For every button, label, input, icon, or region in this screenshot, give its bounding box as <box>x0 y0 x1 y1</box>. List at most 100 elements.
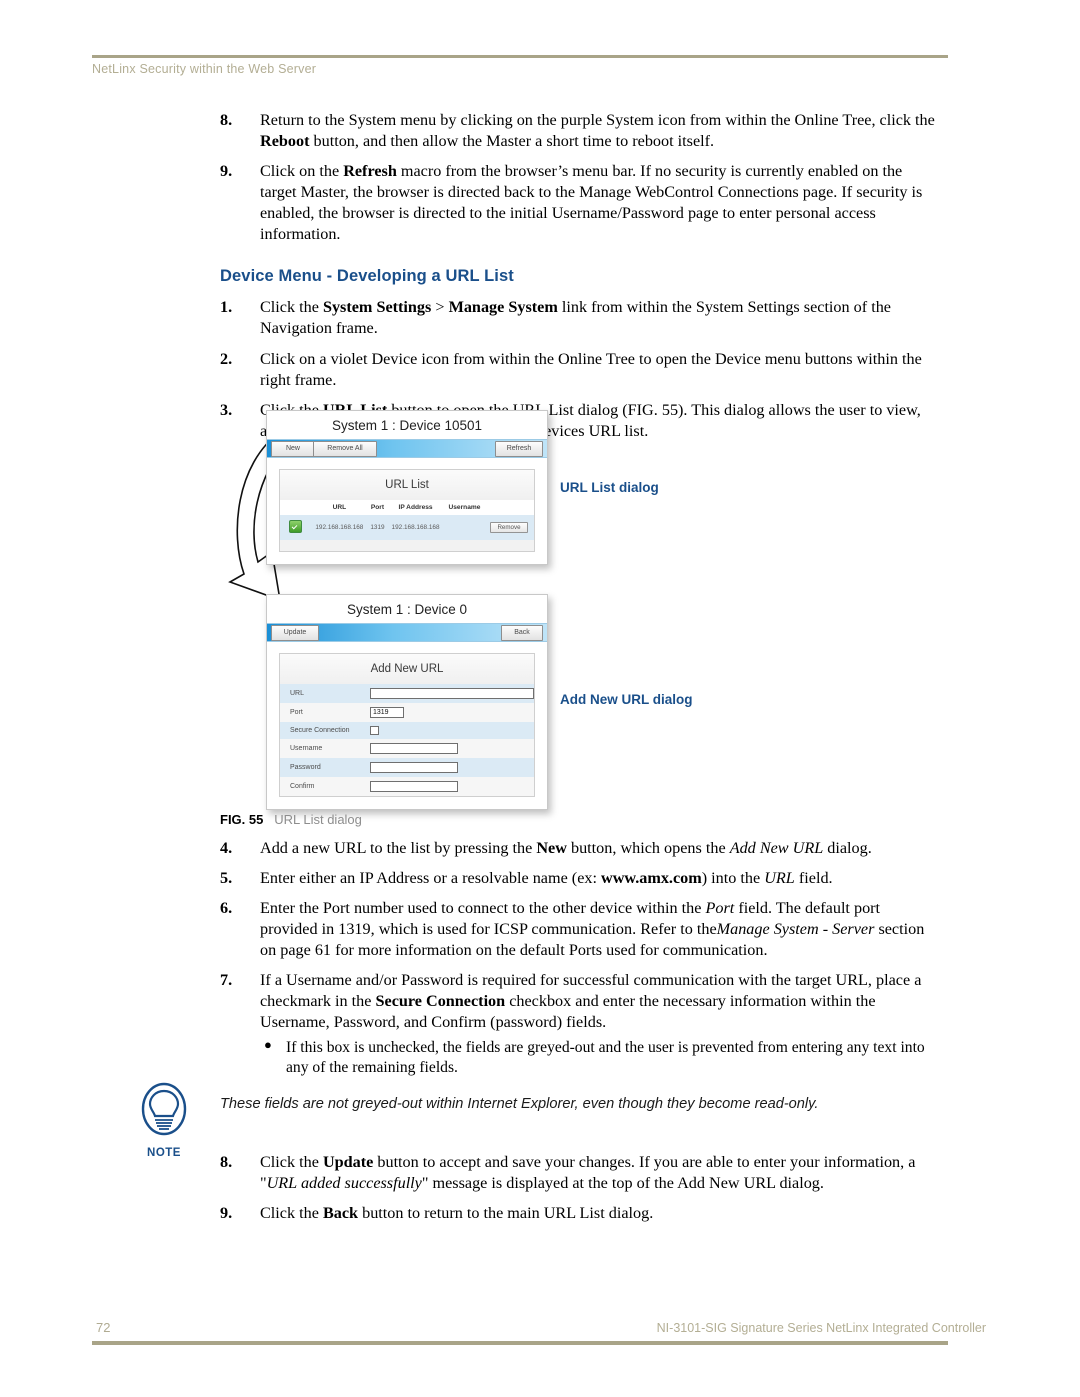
update-button[interactable]: Update <box>271 625 319 641</box>
step-text: Click the Back button to return to the m… <box>260 1204 654 1223</box>
url-list-table: URL Port IP Address Username 192.168.168… <box>280 500 534 551</box>
step-number: 9. <box>220 162 233 181</box>
header-rule <box>92 55 948 58</box>
step-subitem: ● If this box is unchecked, the fields ar… <box>260 1037 935 1079</box>
page-number: 72 <box>96 1320 111 1335</box>
label-url: URL <box>280 684 360 703</box>
col-username: Username <box>444 500 484 515</box>
step-number: 7. <box>220 971 233 990</box>
step-number: 5. <box>220 869 233 888</box>
col-url: URL <box>310 500 369 515</box>
url-list-dialog-title: System 1 : Device 10501 <box>331 418 483 433</box>
field-row-password: Password <box>280 758 534 777</box>
col-port: Port <box>368 500 387 515</box>
step-item: 4. Add a new URL to the list by pressing … <box>220 838 935 859</box>
url-list-panel-heading: URL List <box>280 470 534 500</box>
document-page: NetLinx Security within the Web Server 8… <box>0 0 1080 1397</box>
url-input[interactable] <box>370 688 534 699</box>
label-confirm: Confirm <box>280 777 360 796</box>
step-item: 7. If a Username and/or Password is requi… <box>220 970 935 1078</box>
steps-list-after: 4. Add a new URL to the list by pressing … <box>220 838 935 1078</box>
url-list-toolbar: New Remove All Refresh <box>267 439 547 458</box>
step-text: Enter either an IP Address or a resolvab… <box>260 869 833 888</box>
field-row-username: Username <box>280 739 534 758</box>
footer-rule <box>92 1341 948 1345</box>
table-header-row: URL Port IP Address Username <box>280 500 534 515</box>
step-text: If a Username and/or Password is require… <box>260 971 922 1032</box>
step-item: 1. Click the System Settings > Manage Sys… <box>220 297 935 339</box>
step-item: 8. Return to the System menu by clicking … <box>220 110 935 152</box>
label-password: Password <box>280 758 360 777</box>
step-item: 9. Click on the Refresh macro from the br… <box>220 161 935 245</box>
username-input[interactable] <box>370 743 458 754</box>
step-text: Return to the System menu by clicking on… <box>260 111 935 151</box>
step-text: Click on a violet Device icon from withi… <box>260 349 922 389</box>
figure-caption-label: FIG. 55 <box>220 812 264 827</box>
step-number: 8. <box>220 1153 233 1171</box>
step-item: 6. Enter the Port number used to connect … <box>220 898 935 961</box>
port-input[interactable]: 1319 <box>370 707 404 718</box>
refresh-button[interactable]: Refresh <box>495 441 543 457</box>
field-row-port: Port 1319 <box>280 703 534 722</box>
step-number: 4. <box>220 839 233 857</box>
note-text: These fields are not greyed-out within I… <box>220 1096 819 1112</box>
step-number: 9. <box>220 1204 233 1223</box>
add-new-url-dialog-title: System 1 : Device 0 <box>346 602 468 617</box>
cell-username <box>444 515 484 540</box>
note-icon-wrap: NOTE <box>136 1082 192 1159</box>
remove-button[interactable]: Remove <box>490 522 528 533</box>
step-item: 5. Enter either an IP Address or a resolv… <box>220 868 935 889</box>
steps-list-before: 8. Return to the System menu by clicking … <box>220 110 935 245</box>
row-enabled-checkbox[interactable] <box>288 520 302 533</box>
secure-connection-checkbox[interactable] <box>370 726 379 735</box>
step-text: Add a new URL to the list by pressing th… <box>260 839 872 857</box>
step-item: 8. Click the Update button to accept and … <box>220 1152 935 1194</box>
steps-after-figure-block: 4. Add a new URL to the list by pressing … <box>220 838 935 1087</box>
url-list-dialog: System 1 : Device 10501 New Remove All R… <box>266 410 548 565</box>
step-number: 8. <box>220 111 233 129</box>
table-spacer-row <box>280 540 534 551</box>
steps-tail-block: 8. Click the Update button to accept and … <box>220 1152 935 1233</box>
figure-caption: FIG. 55 URL List dialog <box>220 812 362 827</box>
step-text: Enter the Port number used to connect to… <box>260 899 925 960</box>
add-new-url-form: URL Port 1319 Secure Connection Username <box>280 684 534 796</box>
figure-55: System 1 : Device 10501 New Remove All R… <box>228 404 928 834</box>
lightbulb-icon <box>141 1082 187 1136</box>
cell-port: 1319 <box>368 515 387 540</box>
label-port: Port <box>280 703 360 722</box>
add-new-url-panel-heading: Add New URL <box>280 654 534 684</box>
table-row: 192.168.168.168 1319 192.168.168.168 Rem… <box>280 515 534 540</box>
running-head: NetLinx Security within the Web Server <box>92 62 317 76</box>
col-ip-address: IP Address <box>386 500 445 515</box>
step-item: 2. Click on a violet Device icon from wit… <box>220 349 935 391</box>
password-input[interactable] <box>370 762 458 773</box>
new-button[interactable]: New <box>271 441 315 457</box>
remove-all-button[interactable]: Remove All <box>313 441 377 457</box>
add-new-url-toolbar: Update Back <box>267 623 547 642</box>
back-button[interactable]: Back <box>501 625 543 641</box>
cell-url: 192.168.168.168 <box>310 515 369 540</box>
add-new-url-panel: Add New URL URL Port 1319 Secure Connect… <box>279 653 535 797</box>
step-text: Click on the Refresh macro from the brow… <box>260 162 923 244</box>
step-number: 6. <box>220 899 233 918</box>
step-text: Click the System Settings > Manage Syste… <box>260 298 891 338</box>
intro-steps-block: 8. Return to the System menu by clicking … <box>220 110 935 451</box>
figure-caption-text: URL List dialog <box>274 812 362 827</box>
steps-list-tail: 8. Click the Update button to accept and … <box>220 1152 935 1224</box>
url-list-panel: URL List URL Port IP Address Username 19… <box>279 469 535 552</box>
step-item: 9. Click the Back button to return to the… <box>220 1203 935 1224</box>
label-username: Username <box>280 739 360 758</box>
cell-ip-address: 192.168.168.168 <box>386 515 445 540</box>
step-number: 1. <box>220 298 233 317</box>
confirm-input[interactable] <box>370 781 458 792</box>
label-secure-connection: Secure Connection <box>280 722 360 739</box>
note-label: NOTE <box>147 1147 181 1159</box>
step-text: Click the Update button to accept and sa… <box>260 1153 916 1193</box>
section-heading: Device Menu - Developing a URL List <box>220 267 514 286</box>
footer-doc-title: NI-3101-SIG Signature Series NetLinx Int… <box>656 1321 986 1335</box>
field-row-confirm: Confirm <box>280 777 534 796</box>
figure-label-url-list: URL List dialog <box>560 480 659 495</box>
step-subtext: If this box is unchecked, the fields are… <box>286 1038 925 1076</box>
step-number: 2. <box>220 349 233 368</box>
step-sublist: ● If this box is unchecked, the fields ar… <box>260 1037 935 1079</box>
